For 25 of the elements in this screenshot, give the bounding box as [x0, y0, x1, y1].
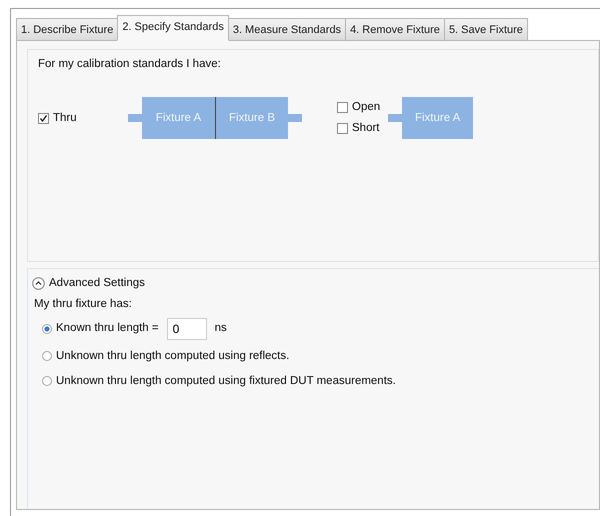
tab[interactable]: 1. Describe Fixture	[16, 18, 118, 41]
fixture-drawing: Fixture A Fixture B	[128, 97, 302, 140]
radio-button[interactable]	[42, 376, 52, 386]
fixture-drawing: Fixture A	[388, 97, 474, 140]
unit-label: ns	[214, 320, 227, 336]
radio-label: Unknown thru length computed using fixtured DUT measurements.	[56, 374, 396, 389]
tab[interactable]: 4. Remove Fixture	[345, 18, 445, 41]
checkbox-label: Thru	[53, 110, 77, 126]
tab[interactable]: 2. Specify Standards	[117, 15, 229, 41]
tab[interactable]: 5. Save Fixture	[444, 18, 528, 41]
group-title: For my calibration standards I have:	[38, 57, 222, 72]
radio-label: Unknown thru length computed using reflects.	[56, 348, 290, 364]
section-header[interactable]: Advanced Settings	[49, 275, 145, 292]
checkbox-label: Open	[352, 100, 380, 115]
checkbox[interactable]	[337, 123, 348, 134]
collapse-icon[interactable]	[32, 277, 45, 290]
checkbox[interactable]	[38, 112, 49, 124]
checkbox-label: Short	[352, 121, 380, 136]
number-field[interactable]: 0	[166, 318, 207, 340]
intro-text: My thru fixture has:	[34, 297, 133, 312]
checkbox[interactable]	[337, 102, 348, 114]
radio-label: Known thru length =	[56, 320, 159, 336]
radio-button[interactable]	[42, 324, 52, 334]
tab[interactable]: 3. Measure Standards	[228, 18, 346, 41]
radio-button[interactable]	[42, 351, 52, 362]
